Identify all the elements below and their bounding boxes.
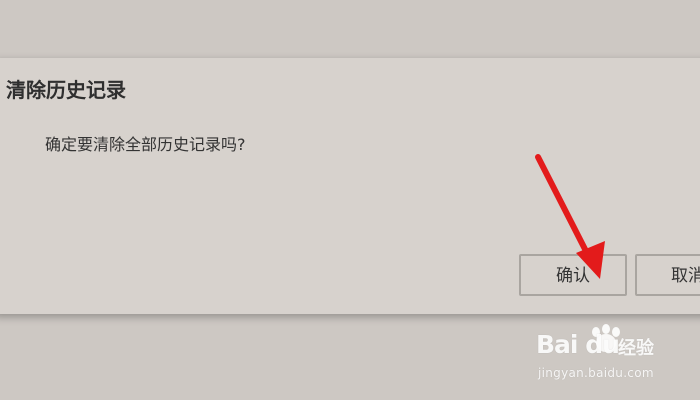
screenshot-page: 清除历史记录 确定要清除全部历史记录吗? 确认 取消 Bai du 经验 jin… xyxy=(0,0,700,400)
dialog-message: 确定要清除全部历史记录吗? xyxy=(45,135,246,154)
dialog-title: 清除历史记录 xyxy=(6,78,126,102)
cancel-button[interactable]: 取消 xyxy=(635,254,700,296)
watermark-url: jingyan.baidu.com xyxy=(538,366,654,380)
baidu-jingyan-watermark: Bai du 经验 jingyan.baidu.com xyxy=(536,322,696,392)
watermark-product-text: 经验 xyxy=(618,338,654,359)
watermark-brand-text: Bai du xyxy=(536,330,620,359)
confirm-button[interactable]: 确认 xyxy=(519,254,627,296)
